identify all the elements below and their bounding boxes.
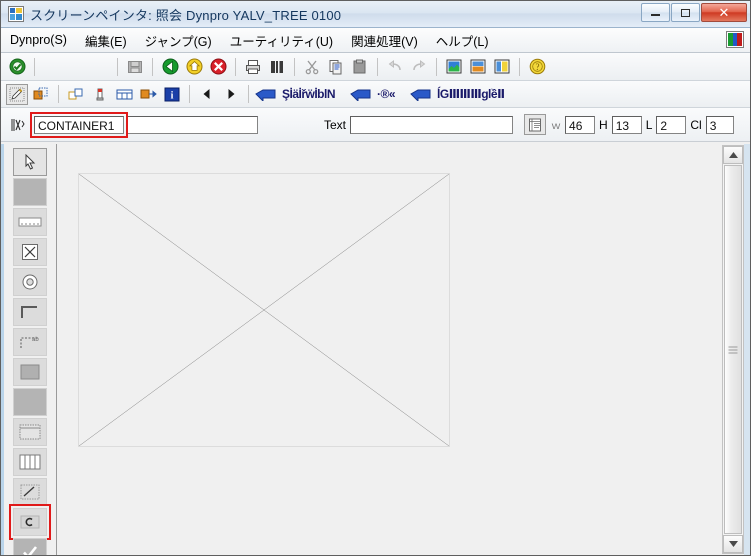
nav-link-label-1[interactable]: ŞİäİřẅİblN [278,87,339,101]
menu-goto[interactable]: ジャンプ(G) [136,28,221,53]
back-green-arrow-icon[interactable] [159,56,181,77]
redo-icon[interactable] [408,56,430,77]
find-icon[interactable] [266,56,288,77]
element-name-input[interactable]: CONTAINER1 [34,115,124,134]
window-blue-icon[interactable] [443,56,465,77]
element-text-input[interactable] [350,115,514,134]
paste-icon[interactable] [349,56,371,77]
canvas-right-edge [744,144,750,555]
dictionary-icon[interactable] [524,114,547,135]
menu-environment[interactable]: 関連処理(V) [342,28,427,53]
width-input[interactable]: 46 [565,115,596,134]
enter-check-icon[interactable] [6,56,28,77]
flow-logic-icon[interactable] [113,84,135,105]
tool-column-headers[interactable] [13,478,47,506]
nav-link-label-3[interactable]: ĺGⅢⅢⅢglềⅡ [433,87,508,101]
information-blue-icon[interactable]: i [161,84,183,105]
color-palette-icon[interactable] [726,31,744,48]
edit-pencil-icon[interactable] [6,83,28,105]
nav-link-label-2[interactable]: ·®« [373,87,399,101]
prev-arrow-icon[interactable] [196,84,218,105]
window-controls: ✕ [640,3,747,22]
canvas-area [57,144,750,555]
height-input[interactable]: 13 [611,115,642,134]
tool-subscreen[interactable] [13,358,47,386]
left-blue-arrow-icon[interactable] [255,84,277,105]
close-button[interactable]: ✕ [701,3,747,22]
editor-body: ab [1,144,750,555]
help-question-icon[interactable]: ? [526,56,548,77]
next-arrow-icon[interactable] [220,84,242,105]
height-label: H [599,117,608,132]
tool-status-icon[interactable] [13,448,47,476]
tool-radio-button[interactable] [13,268,47,296]
copy-icon[interactable] [325,56,347,77]
line-label: L [645,117,653,132]
save-icon[interactable] [124,56,146,77]
tool-custom-control[interactable] [9,504,51,540]
screen-canvas[interactable] [57,144,709,555]
window-yellow-icon[interactable] [491,56,513,77]
tool-text-field[interactable] [13,178,47,206]
main-toolbar: ? [1,53,750,81]
menu-dynpro[interactable]: Dynpro(S) [1,30,76,50]
maximize-button[interactable] [671,3,700,22]
column-input[interactable]: 3 [705,115,734,134]
palette-edge [1,144,4,555]
element-attributes-icon[interactable] [137,84,159,105]
element-attribute-bar: CONTAINER1 Text ｗ 46 H 13 L 2 Cl 3 [1,108,750,142]
line-input[interactable]: 2 [656,115,687,134]
screen-painter-window: スクリーンペインタ: 照会 Dynpro YALV_TREE 0100 ✕ Dy… [0,0,751,556]
exit-yellow-icon[interactable] [183,56,205,77]
left-blue-arrow-icon-2[interactable] [350,84,372,105]
element-name-highlight: CONTAINER1 [30,111,128,138]
title-bar: スクリーンペインタ: 照会 Dynpro YALV_TREE 0100 ✕ [1,1,750,28]
custom-control-container[interactable] [78,173,450,447]
cut-scissors-icon[interactable] [301,56,323,77]
scroll-down-icon[interactable] [723,535,743,553]
close-icon: ✕ [718,5,730,20]
scroll-thumb[interactable] [724,165,742,534]
column-label: Cl [690,117,702,132]
secondary-toolbar: i ŞİäİřẅİblN ·®« ĺGⅢⅢⅢglềⅡ [1,81,750,108]
width-label: ｗ [551,121,562,132]
element-name-extension-input[interactable] [128,115,258,134]
layout-icon[interactable] [65,84,87,105]
print-icon[interactable] [242,56,264,77]
cancel-red-icon[interactable] [207,56,229,77]
menu-utilities[interactable]: ユーティリティ(U) [221,28,342,53]
tool-table-control[interactable] [13,418,47,446]
svg-text:?: ? [535,62,539,72]
tool-checkbox[interactable] [13,238,47,266]
undo-icon[interactable] [384,56,406,77]
minimize-button[interactable] [641,3,670,22]
tool-palette: ab [1,144,57,555]
scroll-grip-icon [728,344,738,355]
svg-text:i: i [171,90,174,101]
window-orange-icon[interactable] [467,56,489,77]
menu-help[interactable]: ヘルプ(L) [427,28,498,53]
element-list-icon[interactable] [30,84,52,105]
tool-confirm[interactable] [13,538,47,555]
tool-frame[interactable] [13,298,47,326]
attributes-icon[interactable] [89,84,111,105]
tool-input-output[interactable] [13,208,47,236]
tool-group-box[interactable]: ab [13,328,47,356]
svg-text:ab: ab [32,337,39,343]
screen-painter-icon [8,6,24,22]
window-title: スクリーンペインタ: 照会 Dynpro YALV_TREE 0100 [30,7,342,23]
tool-pointer[interactable] [13,148,47,176]
scroll-up-icon[interactable] [723,146,743,164]
tool-tabstrip[interactable] [13,388,47,416]
diagonal-cross-icon [79,174,449,446]
element-name-icon[interactable] [7,114,29,135]
text-label: Text [324,117,347,132]
menu-edit[interactable]: 編集(E) [76,28,136,53]
menu-bar: Dynpro(S) 編集(E) ジャンプ(G) ユーティリティ(U) 関連処理(… [1,28,750,53]
vertical-scrollbar[interactable] [722,145,744,554]
left-blue-arrow-icon-3[interactable] [410,84,432,105]
